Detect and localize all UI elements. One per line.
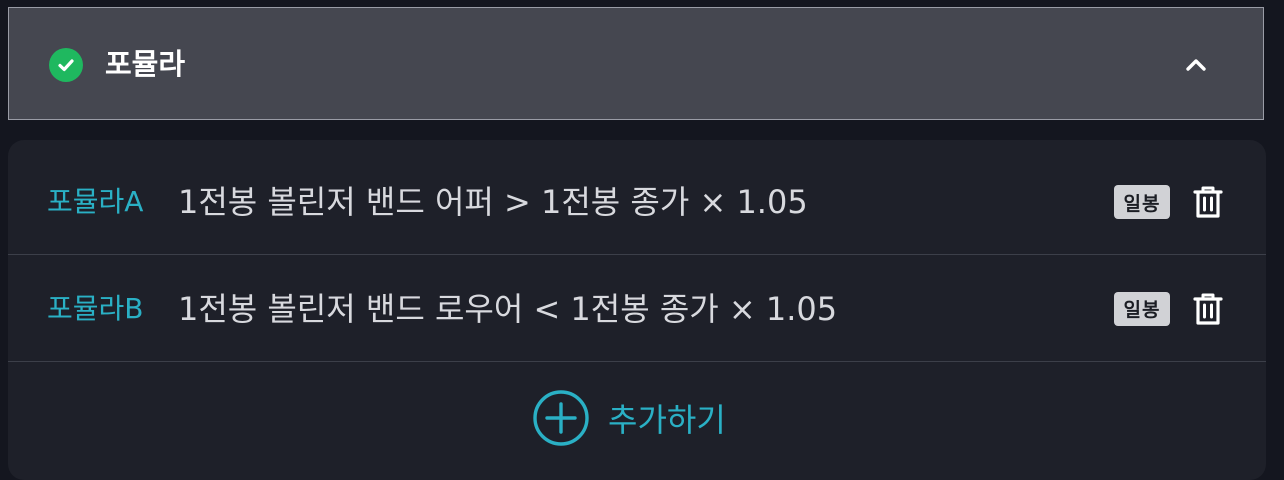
formula-section-header[interactable]: 포뮬라	[8, 7, 1264, 120]
add-formula-label: 추가하기	[608, 401, 726, 439]
trash-icon[interactable]	[1190, 182, 1226, 222]
section-title: 포뮬라	[105, 47, 186, 81]
plus-circle-icon	[532, 389, 590, 451]
timeframe-badge: 일봉	[1114, 291, 1170, 326]
formula-expression: 1전봉 볼린저 밴드 어퍼 > 1전봉 종가 × 1.05	[178, 183, 808, 221]
formula-expression: 1전봉 볼린저 밴드 로우어 < 1전봉 종가 × 1.05	[178, 289, 838, 328]
trash-icon[interactable]	[1190, 289, 1226, 329]
check-circle-icon	[49, 48, 83, 82]
timeframe-badge: 일봉	[1114, 185, 1170, 219]
formula-row: 포뮬라B 1전봉 볼린저 밴드 로우어 < 1전봉 종가 × 1.05 일봉	[8, 256, 1266, 362]
formula-name: 포뮬라B	[47, 291, 144, 325]
formula-row: 포뮬라A 1전봉 볼린저 밴드 어퍼 > 1전봉 종가 × 1.05 일봉	[8, 150, 1266, 255]
add-formula-button[interactable]: 추가하기	[8, 364, 1266, 464]
formula-name: 포뮬라A	[47, 185, 144, 218]
formula-list-card: 포뮬라A 1전봉 볼린저 밴드 어퍼 > 1전봉 종가 × 1.05 일봉 포뮬…	[8, 140, 1266, 480]
chevron-up-icon[interactable]	[1181, 50, 1211, 80]
